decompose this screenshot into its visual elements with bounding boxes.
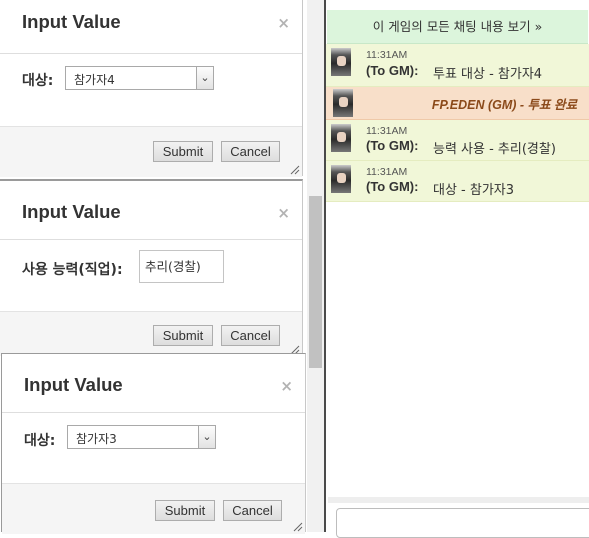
chat-message: 11:31AM (To GM): 대상 - 참가자3 [326, 161, 589, 202]
target-select-value: 참가자4 [74, 73, 115, 87]
gm-message-text: FP.EDEN (GM) - 투표 완료 [431, 98, 577, 112]
target-label: 대상: [22, 73, 54, 89]
dialog-footer: Submit Cancel [0, 126, 302, 177]
input-dialog-3: Input Value × 대상: 참가자3 ⌄ Submit Cancel [1, 353, 306, 534]
resize-grip-icon[interactable] [290, 165, 300, 175]
message-time: 11:31AM [366, 166, 408, 178]
chevron-down-icon: ⌄ [198, 426, 215, 448]
message-text: 대상 - 참가자3 [433, 183, 515, 198]
scrollbar-thumb[interactable] [309, 196, 322, 368]
gm-message: FP.EDEN (GM) - 투표 완료 [326, 87, 589, 120]
cancel-button[interactable]: Cancel [223, 500, 282, 521]
message-recipient: (To GM): [366, 179, 419, 194]
message-text: 능력 사용 - 추리(경찰) [433, 142, 556, 157]
message-text: 투표 대상 - 참가자4 [433, 67, 543, 82]
cancel-button[interactable]: Cancel [221, 141, 280, 162]
message-recipient: (To GM): [366, 138, 419, 153]
chat-input[interactable] [336, 508, 589, 538]
input-dialog-1: Input Value × 대상: 참가자4 ⌄ Submit Cancel [0, 0, 303, 177]
avatar [331, 48, 351, 76]
chat-pane: 이 게임의 모든 채팅 내용 보기 » 11:31AM (To GM): 투표 … [326, 0, 589, 538]
dialog-title: Input Value [22, 201, 121, 222]
avatar [331, 165, 351, 193]
dialog-title: Input Value [24, 374, 123, 395]
view-all-chat-link[interactable]: 이 게임의 모든 채팅 내용 보기 » [327, 10, 588, 44]
dialog-header: Input Value × [0, 0, 302, 54]
target-select[interactable]: 참가자3 ⌄ [67, 425, 216, 449]
close-icon[interactable]: × [280, 377, 293, 395]
chevron-down-icon: ⌄ [196, 67, 213, 89]
avatar [333, 89, 353, 117]
target-label: 대상: [24, 433, 56, 449]
input-dialog-2: Input Value × 사용 능력(직업): 추리(경찰) Submit C… [0, 179, 303, 356]
close-icon[interactable]: × [277, 14, 290, 32]
resize-grip-icon[interactable] [293, 522, 303, 532]
ability-input-value: 추리(경찰) [145, 259, 201, 274]
close-icon[interactable]: × [277, 204, 290, 222]
target-select[interactable]: 참가자4 ⌄ [65, 66, 214, 90]
chat-footer-bar [328, 497, 589, 503]
avatar [331, 124, 351, 152]
dialog-title: Input Value [22, 11, 121, 32]
ability-label: 사용 능력(직업): [22, 262, 123, 278]
ability-input[interactable]: 추리(경찰) [139, 250, 224, 283]
target-select-value: 참가자3 [76, 432, 117, 446]
message-time: 11:31AM [366, 49, 408, 61]
submit-button[interactable]: Submit [153, 141, 213, 162]
dialog-header: Input Value × [2, 354, 305, 413]
cancel-button[interactable]: Cancel [221, 325, 280, 346]
chat-message: 11:31AM (To GM): 능력 사용 - 추리(경찰) [326, 120, 589, 161]
message-recipient: (To GM): [366, 63, 419, 78]
chat-message: 11:31AM (To GM): 투표 대상 - 참가자4 [326, 44, 589, 87]
dialog-header: Input Value × [0, 181, 302, 240]
dialog-footer: Submit Cancel [2, 483, 305, 534]
message-time: 11:31AM [366, 125, 408, 137]
submit-button[interactable]: Submit [153, 325, 213, 346]
dialog-footer: Submit Cancel [0, 311, 302, 356]
submit-button[interactable]: Submit [155, 500, 215, 521]
